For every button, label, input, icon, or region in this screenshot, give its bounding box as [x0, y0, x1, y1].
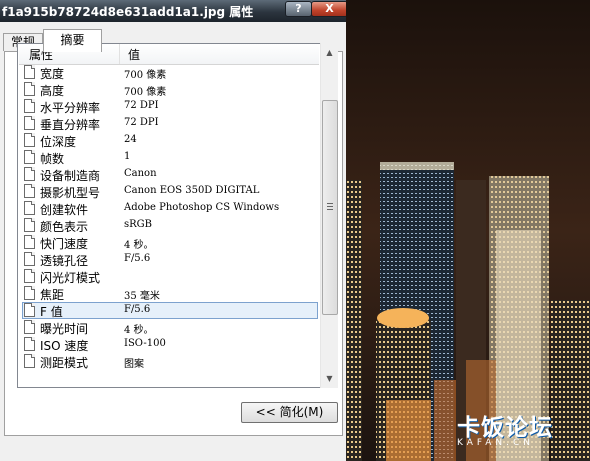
- property-name: 宽度: [40, 67, 65, 81]
- property-name: 高度: [40, 84, 65, 98]
- property-value: 35 毫米: [124, 291, 160, 302]
- property-name: 设备制造商: [40, 169, 101, 183]
- selection-highlight: [22, 302, 318, 319]
- document-icon: [24, 354, 35, 368]
- document-icon: [24, 201, 35, 215]
- property-value: 72 DPI: [124, 117, 159, 128]
- list-item[interactable]: 宽度 700 像素: [18, 64, 318, 81]
- list-item[interactable]: 位深度 24: [18, 132, 318, 149]
- property-name: F 值: [40, 305, 63, 319]
- document-icon: [24, 235, 35, 249]
- list-item[interactable]: 闪光灯模式: [18, 268, 318, 285]
- property-name: 颜色表示: [40, 220, 89, 234]
- property-name: 位深度: [40, 135, 77, 149]
- title-bar[interactable]: f1a915b78724d8e631add1a1.jpg 属性 ? X: [0, 0, 348, 22]
- property-name: 快门速度: [40, 237, 89, 251]
- document-icon: [24, 337, 35, 351]
- properties-dialog: f1a915b78724d8e631add1a1.jpg 属性 ? X 常规 摘…: [0, 0, 348, 461]
- watermark-subtext: KAFAN.CN: [457, 438, 535, 448]
- scroll-up-icon[interactable]: ▲: [322, 45, 337, 60]
- list-item[interactable]: F 值 F/5.6: [18, 302, 318, 319]
- property-value: 4 秒。: [124, 240, 154, 251]
- list-item[interactable]: 焦距 35 毫米: [18, 285, 318, 302]
- list-item[interactable]: 垂直分辨率 72 DPI: [18, 115, 318, 132]
- summary-list[interactable]: 属性 值 宽度 700 像素 高度 700 像素 水平分辨率 72 DPI 垂直分辨率 72 …: [17, 43, 321, 388]
- property-value: 700 像素: [124, 87, 167, 98]
- document-icon: [24, 286, 35, 300]
- property-name: 摄影机型号: [40, 186, 101, 200]
- list-item[interactable]: 高度 700 像素: [18, 81, 318, 98]
- property-value: F/5.6: [124, 304, 151, 315]
- tab-summary[interactable]: 摘要: [43, 29, 102, 52]
- property-value: 700 像素: [124, 70, 167, 81]
- list-rows: 宽度 700 像素 高度 700 像素 水平分辨率 72 DPI 垂直分辨率 72 DPI 位深…: [18, 64, 318, 370]
- property-value: 24: [124, 134, 137, 145]
- property-value: Canon: [124, 168, 157, 179]
- property-value: Canon EOS 350D DIGITAL: [124, 185, 260, 196]
- document-icon: [24, 65, 35, 79]
- column-header-value[interactable]: 值: [128, 46, 140, 63]
- property-name: ISO 速度: [40, 339, 89, 353]
- property-value: 1: [124, 151, 131, 162]
- document-icon: [24, 116, 35, 130]
- watermark-text: 卡饭论坛: [457, 415, 553, 441]
- property-value: F/5.6: [124, 253, 151, 264]
- property-name: 透镜孔径: [40, 254, 89, 268]
- close-button[interactable]: X: [311, 1, 348, 17]
- document-icon: [24, 82, 35, 96]
- document-icon: [24, 269, 35, 283]
- document-icon: [24, 150, 35, 164]
- property-name: 垂直分辨率: [40, 118, 101, 132]
- property-value: Adobe Photoshop CS Windows: [124, 202, 280, 213]
- list-item[interactable]: 快门速度 4 秒。: [18, 234, 318, 251]
- list-item[interactable]: 水平分辨率 72 DPI: [18, 98, 318, 115]
- property-value: ISO-100: [124, 338, 166, 349]
- document-icon: [24, 184, 35, 198]
- document-icon: [24, 320, 35, 334]
- document-icon: [24, 303, 35, 317]
- document-icon: [24, 167, 35, 181]
- document-icon: [24, 218, 35, 232]
- list-item[interactable]: 透镜孔径 F/5.6: [18, 251, 318, 268]
- list-item[interactable]: 曝光时间 4 秒。: [18, 319, 318, 336]
- list-item[interactable]: ISO 速度 ISO-100: [18, 336, 318, 353]
- property-name: 帧数: [40, 152, 65, 166]
- grip-icon: [327, 203, 333, 210]
- list-item[interactable]: 摄影机型号 Canon EOS 350D DIGITAL: [18, 183, 318, 200]
- document-icon: [24, 133, 35, 147]
- property-name: 水平分辨率: [40, 101, 101, 115]
- column-divider[interactable]: [119, 44, 120, 64]
- property-name: 测距模式: [40, 356, 89, 370]
- scroll-down-icon[interactable]: ▼: [322, 371, 337, 386]
- scroll-thumb[interactable]: [322, 100, 338, 315]
- document-icon: [24, 252, 35, 266]
- property-value: sRGB: [124, 219, 152, 230]
- property-value: 图案: [124, 359, 144, 370]
- property-name: 创建软件: [40, 203, 89, 217]
- city-night-skyline: [346, 0, 590, 461]
- property-value: 4 秒。: [124, 325, 154, 336]
- property-name: 焦距: [40, 288, 65, 302]
- list-item[interactable]: 设备制造商 Canon: [18, 166, 318, 183]
- list-item[interactable]: 帧数 1: [18, 149, 318, 166]
- list-item[interactable]: 颜色表示 sRGB: [18, 217, 318, 234]
- document-icon: [24, 99, 35, 113]
- watermark-logo: 卡饭论坛 KAFAN.CN: [427, 408, 587, 458]
- list-item[interactable]: 创建软件 Adobe Photoshop CS Windows: [18, 200, 318, 217]
- vertical-scrollbar[interactable]: ▲ ▼: [320, 43, 338, 388]
- help-button[interactable]: ?: [285, 1, 312, 17]
- property-name: 曝光时间: [40, 322, 89, 336]
- list-item[interactable]: 测距模式 图案: [18, 353, 318, 370]
- property-value: 72 DPI: [124, 100, 159, 111]
- background-photo: [346, 0, 590, 461]
- simplify-button[interactable]: << 简化(M): [241, 402, 338, 423]
- property-name: 闪光灯模式: [40, 271, 101, 285]
- window-title: f1a915b78724d8e631add1a1.jpg 属性: [2, 5, 254, 19]
